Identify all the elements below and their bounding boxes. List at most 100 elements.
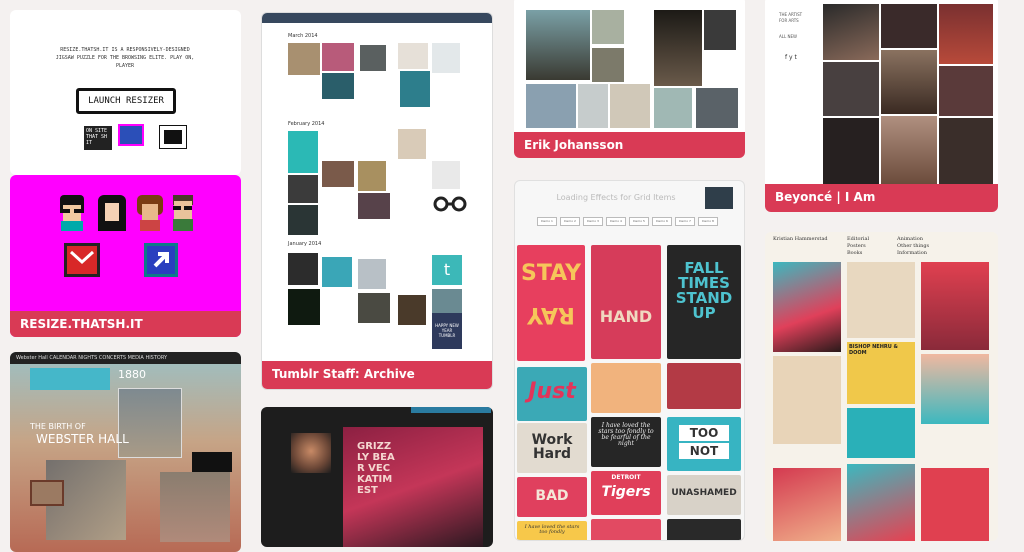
erik-photo[interactable]	[592, 10, 624, 44]
tile-red-bottom[interactable]	[591, 519, 661, 540]
kristian-tag-artwork[interactable]: BISHOP NEHRU & DOOM	[847, 342, 915, 404]
erik-photo[interactable]	[610, 84, 650, 128]
tumblr-thumb[interactable]	[288, 205, 318, 235]
tumblr-thumb[interactable]	[288, 175, 318, 203]
kristian-artwork[interactable]	[773, 262, 841, 352]
tumblr-thumb[interactable]	[322, 73, 354, 99]
kristian-nav-3[interactable]: Books	[847, 250, 862, 256]
loading-effects-card[interactable]: Loading Effects for Grid Items Demo 1 Dem…	[514, 180, 745, 541]
kristian-nav-6[interactable]: Information	[897, 250, 927, 256]
tile-fall[interactable]: FALL TIMES STAND UP	[667, 245, 741, 359]
erik-photo[interactable]	[592, 48, 624, 82]
kristian-nav-1[interactable]: Editorial	[847, 236, 869, 242]
tumblr-thumb[interactable]	[322, 161, 354, 187]
beyonce-photo[interactable]	[881, 116, 937, 186]
webster-hall-card[interactable]: Webster Hall CALENDAR NIGHTS CONCERTS ME…	[10, 352, 241, 552]
erik-photo[interactable]	[578, 84, 608, 128]
tumblr-thumb[interactable]	[288, 253, 318, 285]
tumblr-thumb[interactable]	[358, 193, 390, 219]
resize-mini-thumb-2[interactable]	[118, 124, 144, 146]
demo-button-8[interactable]: Demo 8	[698, 217, 718, 226]
erik-johansson-card[interactable]: Erik Johansson	[514, 0, 745, 158]
kristian-artwork[interactable]	[921, 468, 989, 541]
webster-search-bar[interactable]	[30, 368, 110, 390]
kristian-artwork[interactable]	[847, 262, 915, 338]
tumblr-thumb[interactable]	[432, 161, 460, 189]
beyonce-photo[interactable]	[939, 4, 993, 64]
beyonce-photo[interactable]	[823, 118, 879, 184]
kristian-artwork[interactable]	[773, 468, 841, 541]
tile-unashamed[interactable]: UNASHAMED	[667, 475, 741, 515]
tumblr-thumb[interactable]	[322, 257, 352, 287]
kristian-artwork[interactable]	[773, 356, 841, 444]
tile-tigers[interactable]: DETROIT Tigers	[591, 471, 661, 515]
beyonce-nav-2[interactable]: FOR ARTS	[779, 18, 799, 23]
tumblr-thumb[interactable]	[398, 295, 426, 325]
tumblr-thumb[interactable]	[288, 43, 320, 75]
tumblr-thumb[interactable]	[432, 43, 460, 73]
demo-button-6[interactable]: Demo 6	[652, 217, 672, 226]
tile-bad[interactable]: BAD	[517, 477, 587, 517]
resize-intro-card[interactable]: RESIZE.THATSH.IT IS A RESPONSIVELY-DESIG…	[10, 10, 241, 175]
demo-button-2[interactable]: Demo 2	[560, 217, 580, 226]
beyonce-photo[interactable]	[881, 50, 937, 114]
tile-lettering[interactable]	[591, 363, 661, 413]
erik-photo[interactable]	[704, 10, 736, 50]
launch-arrow-icon[interactable]	[144, 243, 178, 277]
launch-resizer-button[interactable]: LAUNCH RESIZER	[76, 88, 176, 114]
beyonce-photo[interactable]	[939, 66, 993, 116]
beyonce-photo[interactable]	[823, 4, 879, 60]
erik-photo[interactable]	[526, 84, 576, 128]
mail-icon[interactable]	[64, 243, 100, 277]
tile-just[interactable]: Just	[517, 367, 587, 421]
happy-new-year-thumb[interactable]: HAPPY NEW YEAR TUMBLR	[432, 313, 462, 349]
grizzly-bear-card[interactable]: GRIZZLY BEAR VECKATIMEST	[261, 407, 493, 547]
tile-too-not[interactable]: TOO NOT	[667, 417, 741, 471]
tumblr-thumb[interactable]	[322, 43, 354, 71]
tumblr-thumb[interactable]	[288, 131, 318, 173]
kristian-nav-5[interactable]: Other things	[897, 243, 929, 249]
kristian-hammerstad-card[interactable]: Kristian Hammerstad Editorial Posters Bo…	[765, 232, 998, 541]
tumblr-thumb[interactable]	[398, 43, 428, 69]
tumblr-topbar[interactable]	[262, 13, 492, 23]
tile-dark-red[interactable]	[667, 363, 741, 409]
erik-photo[interactable]	[654, 88, 692, 128]
tile-hand[interactable]: HAND	[591, 245, 661, 359]
tumblr-archive-card[interactable]: March 2014 February 2014 January 2014 t …	[261, 12, 493, 390]
erik-photo[interactable]	[696, 88, 738, 128]
resize-mini-thumb-1[interactable]: ON SITE THAT SH IT	[84, 126, 112, 150]
resize-card[interactable]: RESIZE.THATSH.IT	[10, 175, 241, 337]
kristian-artwork[interactable]	[847, 464, 915, 541]
beyonce-photo[interactable]	[823, 62, 879, 116]
kristian-nav-2[interactable]: Posters	[847, 243, 866, 249]
demo-button-5[interactable]: Demo 5	[629, 217, 649, 226]
beyonce-social-icons[interactable]: f y t	[785, 54, 797, 61]
tumblr-thumb[interactable]	[360, 45, 386, 71]
tile-dark-bottom[interactable]	[667, 519, 741, 540]
tile-quote-1[interactable]: I have loved the stars too fondly to be …	[591, 417, 661, 467]
tumblr-thumb[interactable]	[288, 289, 320, 325]
tile-stay[interactable]: STAY RAY	[517, 245, 585, 361]
resize-mini-thumb-3[interactable]	[159, 125, 187, 149]
tumblr-thumb[interactable]	[358, 293, 390, 323]
kristian-nav-4[interactable]: Animation	[897, 236, 923, 242]
beyonce-nav-1[interactable]: THE ARTIST	[779, 12, 802, 17]
beyonce-photo[interactable]	[881, 4, 937, 48]
erik-photo[interactable]	[654, 10, 702, 86]
kristian-artwork[interactable]	[847, 408, 915, 458]
beyonce-nav-3[interactable]: ALL NEW	[779, 34, 797, 39]
erik-photo[interactable]	[526, 10, 590, 80]
kristian-artwork[interactable]	[921, 262, 989, 350]
demo-button-4[interactable]: Demo 4	[606, 217, 626, 226]
tumblr-thumb[interactable]	[358, 161, 386, 191]
tumblr-thumb[interactable]	[398, 129, 426, 159]
tile-quote-2[interactable]: I have loved the stars too fondly	[517, 521, 587, 540]
demo-button-3[interactable]: Demo 3	[583, 217, 603, 226]
tumblr-thumb[interactable]	[400, 71, 430, 107]
kristian-artwork[interactable]	[921, 354, 989, 424]
demo-button-7[interactable]: Demo 7	[675, 217, 695, 226]
webster-nav[interactable]: Webster Hall CALENDAR NIGHTS CONCERTS ME…	[10, 352, 241, 364]
tumblr-thumb[interactable]	[358, 259, 386, 289]
beyonce-photo[interactable]	[939, 118, 993, 186]
demo-button-1[interactable]: Demo 1	[537, 217, 557, 226]
